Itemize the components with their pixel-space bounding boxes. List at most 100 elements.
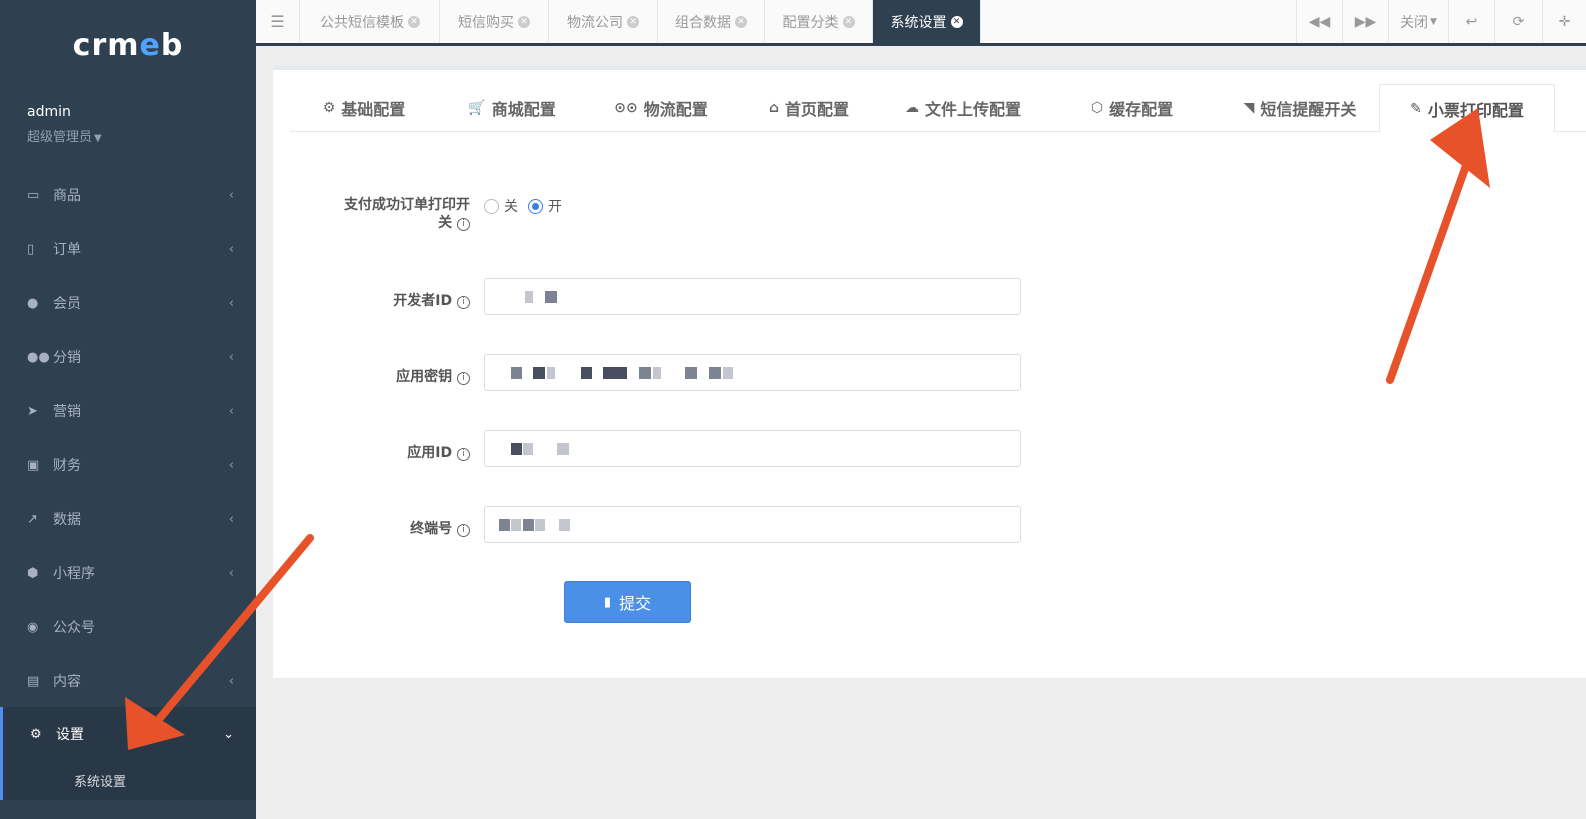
laptop-icon: ▭ [27,187,40,203]
sidebar-item-settings[interactable]: ⚙ 设置 ⌄ [0,707,256,761]
sidebar-item-finance[interactable]: ▣ 财务 ‹ [0,438,256,492]
expand-icon: ✛ [1558,13,1571,30]
scroll-right-button[interactable]: ▶▶ [1342,0,1388,43]
forward-icon: ▶▶ [1354,13,1377,30]
page-tab-system-settings[interactable]: 系统设置 ✕ [873,0,981,43]
close-icon[interactable]: ✕ [627,15,639,28]
config-tabs: ⚙ 基础配置 🛒 商城配置 ⊙⊙ 物流配置 ⌂ 首页配置 ☁ 文件上传配置 ⬡ 缓存配置 ◥… [290,84,1586,133]
user-icon: ● [27,295,39,311]
redacted-value [533,367,545,379]
terminal-no-label: 终端号 i [330,518,470,538]
users-icon: ●● [27,349,50,365]
close-icon[interactable]: ✕ [518,15,530,28]
sidebar-item-content[interactable]: ▤ 内容 ‹ [0,654,256,708]
plug-icon: ✎ [1410,100,1422,117]
redacted-value [547,367,555,379]
info-icon: i [457,448,470,461]
app-id-input[interactable] [484,430,1021,467]
chevron-left-icon: ‹ [228,295,234,311]
page-tab-logistics[interactable]: 物流公司 ✕ [549,0,658,43]
radio-off[interactable] [484,198,499,214]
redacted-value [499,519,510,531]
sidebar-item-marketing[interactable]: ➤ 营销 ‹ [0,384,256,438]
chevron-left-icon: ‹ [228,565,234,581]
sidebar-item-distribution[interactable]: ●● 分销 ‹ [0,330,256,384]
close-icon[interactable]: ✕ [735,15,747,28]
info-icon: i [457,524,470,537]
crmeb-logo: crmeb [72,28,184,63]
refresh-icon: ⟳ [1512,13,1525,30]
menu-toggle-button[interactable]: ☰ [256,0,300,43]
refresh-button[interactable]: ⟳ [1494,0,1542,43]
app-secret-label: 应用密钥 i [330,366,470,386]
cart-icon: 🛒 [468,100,486,116]
sidebar-item-orders[interactable]: ▯ 订单 ‹ [0,222,256,276]
fullscreen-button[interactable]: ✛ [1542,0,1586,43]
backward-icon: ◀◀ [1308,13,1331,30]
redacted-value [581,367,592,379]
tab-sms-switch[interactable]: ◥ 短信提醒开关 [1220,84,1380,132]
rss-icon: ◥ [1243,100,1255,116]
tab-file-upload-config[interactable]: ☁ 文件上传配置 [882,84,1044,132]
redacted-value [511,443,522,455]
back-button[interactable]: ↩ [1448,0,1494,43]
close-icon[interactable]: ✕ [408,15,420,28]
terminal-no-input[interactable] [484,506,1021,543]
page-tab-config-category[interactable]: 配置分类 ✕ [765,0,873,43]
chevron-left-icon: ‹ [228,349,234,365]
radio-on[interactable] [528,198,543,214]
cubes-icon: ⬢ [27,565,39,581]
hamburger-icon: ☰ [270,12,285,31]
print-switch-label: 支付成功订单打印开 关 i [344,197,470,231]
submit-button[interactable]: ▮ 提交 [564,581,691,623]
caret-down-icon: ▼ [1430,16,1437,27]
redacted-value [653,367,661,379]
cloud-upload-icon: ☁ [904,100,919,116]
tab-basic-config[interactable]: ⚙ 基础配置 [290,84,438,132]
chevron-left-icon: ‹ [228,241,234,257]
tab-receipt-print-config[interactable]: ✎ 小票打印配置 [1379,84,1555,133]
building-icon: ▯ [27,241,35,257]
sidebar-item-data[interactable]: ↗ 数据 ‹ [0,492,256,546]
page-tab-sms-template[interactable]: 公共短信模板 ✕ [301,0,440,43]
chevron-left-icon: ‹ [228,187,234,203]
close-menu-dropdown[interactable]: 关闭 ▼ [1388,0,1448,43]
app-id-label: 应用ID i [330,442,470,462]
newspaper-icon: ▤ [27,673,40,689]
user-role-dropdown[interactable]: 超级管理员 ▼ [27,126,102,145]
tab-logistics-config[interactable]: ⊙⊙ 物流配置 [586,84,736,132]
tab-mall-config[interactable]: 🛒 商城配置 [438,84,586,132]
redacted-value [545,291,557,303]
redacted-value [639,367,651,379]
sidebar-subitem-system-settings[interactable]: 系统设置 [0,760,256,800]
redacted-value [723,367,733,379]
paper-plane-icon: ➤ [27,403,38,419]
redacted-value [525,291,533,303]
info-icon: i [457,372,470,385]
line-chart-icon: ↗ [27,511,38,527]
caret-down-icon: ▼ [94,133,102,144]
close-icon[interactable]: ✕ [842,15,855,28]
sidebar-item-miniprogram[interactable]: ⬢ 小程序 ‹ [0,546,256,600]
app-secret-input[interactable] [484,354,1021,391]
sidebar-item-members[interactable]: ● 会员 ‹ [0,276,256,330]
chevron-down-icon: ⌄ [223,726,234,742]
redacted-value [557,443,569,455]
money-icon: ▣ [27,457,40,473]
page-tab-sms-purchase[interactable]: 短信购买 ✕ [440,0,549,43]
redacted-value [603,367,627,379]
redacted-value [535,519,545,531]
sidebar-item-official-account[interactable]: ◉ 公众号 [0,600,256,654]
tab-home-config[interactable]: ⌂ 首页配置 [736,84,882,132]
scroll-left-button[interactable]: ◀◀ [1296,0,1342,43]
tab-cache-config[interactable]: ⬡ 缓存配置 [1044,84,1220,132]
page-tab-group-data[interactable]: 组合数据 ✕ [658,0,765,43]
cube-icon: ⬡ [1090,100,1104,116]
chevron-left-icon: ‹ [228,457,234,473]
developer-id-input[interactable] [484,278,1021,315]
chevron-left-icon: ‹ [228,403,234,419]
sidebar-item-products[interactable]: ▭ 商品 ‹ [0,168,256,222]
page-tabs-bar: ☰ 公共短信模板 ✕ 短信购买 ✕ 物流公司 ✕ 组合数据 ✕ 配置分类 ✕ 系统设置 ✕ … [256,0,1586,46]
sidebar: crmeb admin 超级管理员 ▼ ▭ 商品 ‹ ▯ 订单 ‹ ● 会员 ‹ ●● 分销 ‹ … [0,0,256,819]
close-icon[interactable]: ✕ [950,15,963,28]
